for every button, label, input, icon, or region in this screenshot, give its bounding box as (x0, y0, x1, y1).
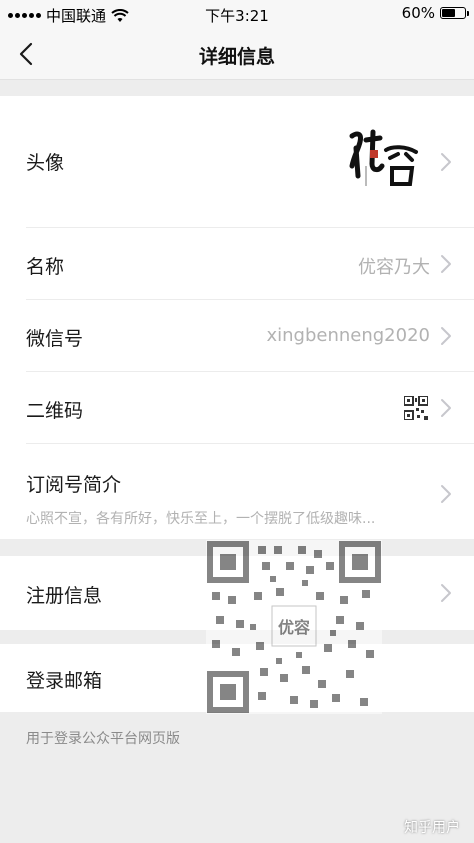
chevron-right-icon (441, 584, 451, 602)
qrcode-label: 二维码 (26, 400, 84, 422)
chevron-right-icon (441, 399, 451, 417)
account-logo-image (346, 126, 422, 196)
profile-info-group: 头像 优容 名称 优容乃大 微信号 xingbenneng2020 (0, 96, 474, 539)
login-email-label: 登录邮箱 (26, 670, 103, 692)
battery-icon (440, 7, 469, 19)
navigation-bar: 详细信息 (0, 28, 474, 80)
wechat-id-row[interactable]: 微信号 xingbenneng2020 (0, 300, 474, 372)
source-watermark: 知乎用户 (404, 820, 460, 836)
status-right: 60% (401, 4, 469, 22)
wechat-id-value: xingbenneng2020 (266, 325, 430, 346)
avatar-row[interactable]: 头像 优容 (0, 96, 474, 228)
chevron-right-icon (441, 255, 451, 273)
qr-center-logo-text: 优容 (277, 618, 310, 637)
registration-label: 注册信息 (26, 585, 103, 607)
qr-code-overlay: 优容 (206, 540, 382, 714)
intro-value: 心照不宣，各有所好，快乐至上，一个摆脱了低级趣味... (26, 511, 376, 527)
chevron-right-icon (441, 327, 451, 345)
name-row[interactable]: 名称 优容乃大 (0, 228, 474, 300)
wechat-id-label: 微信号 (26, 328, 84, 350)
back-button[interactable] (14, 40, 42, 68)
qrcode-row[interactable]: 二维码 (0, 372, 474, 444)
avatar: 优容 (346, 126, 422, 196)
qr-code-icon (404, 396, 428, 420)
status-bar: 中国联通 下午3:21 60% (0, 0, 474, 28)
battery-fill (442, 9, 456, 17)
intro-row[interactable]: 订阅号简介 心照不宣，各有所好，快乐至上，一个摆脱了低级趣味... (0, 444, 474, 539)
name-label: 名称 (26, 256, 65, 278)
chevron-right-icon (441, 485, 451, 503)
battery-percent: 60% (401, 4, 435, 22)
name-value: 优容乃大 (358, 257, 430, 278)
page-title: 详细信息 (198, 46, 275, 68)
avatar-label: 头像 (26, 152, 65, 174)
chevron-left-icon (19, 42, 33, 66)
intro-label: 订阅号简介 (26, 474, 122, 496)
login-email-hint: 用于登录公众平台网页版 (26, 731, 180, 747)
chevron-right-icon (441, 153, 451, 171)
